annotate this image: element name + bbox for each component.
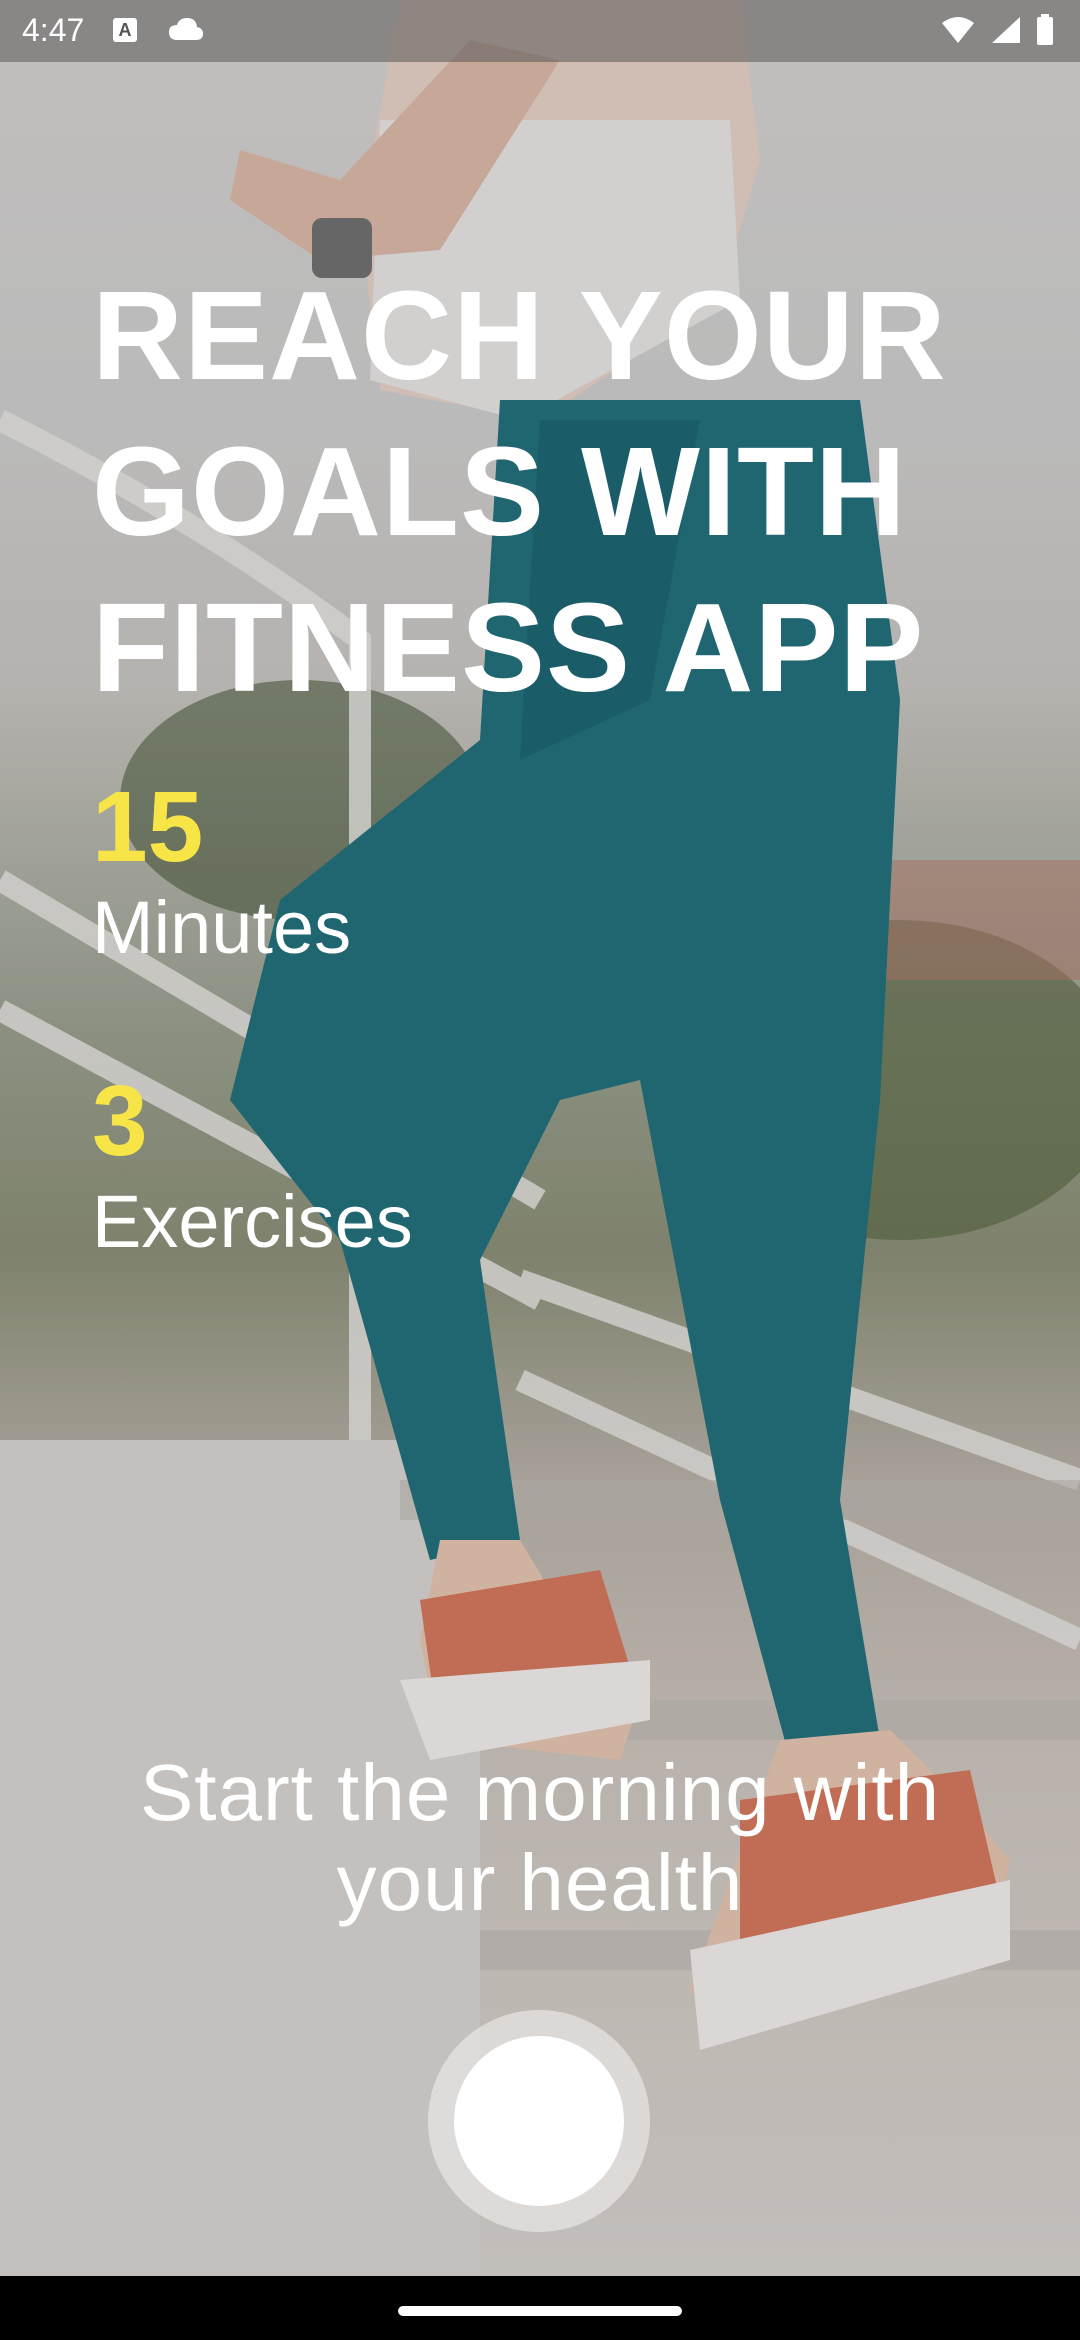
- navigation-bar: [0, 2276, 1080, 2340]
- headline: REACH YOUR GOALS WITH FITNESS APP: [92, 258, 1032, 726]
- start-button-inner[interactable]: [454, 2036, 624, 2206]
- signal-icon: [990, 15, 1022, 50]
- headline-line-3: FITNESS APP: [92, 577, 925, 718]
- onboarding-screen: 4:47 A REACH YOUR GOALS WITH FITNESS APP…: [0, 0, 1080, 2340]
- wifi-icon: [940, 15, 976, 50]
- start-button[interactable]: [428, 2010, 650, 2232]
- home-indicator[interactable]: [398, 2306, 682, 2316]
- stat-minutes-number: 15: [92, 771, 204, 883]
- tagline-line-2: your health: [336, 1838, 744, 1927]
- stat-exercises: 3 Exercises: [92, 1066, 413, 1268]
- a-notification-icon: A: [113, 18, 137, 42]
- status-icons: [940, 14, 1054, 51]
- stat-exercises-label: Exercises: [92, 1180, 413, 1263]
- battery-icon: [1036, 14, 1054, 51]
- headline-line-1: REACH YOUR: [92, 265, 947, 406]
- stat-exercises-number: 3: [92, 1065, 148, 1177]
- status-time: 4:47: [22, 12, 85, 48]
- headline-line-2: GOALS WITH: [92, 421, 907, 562]
- tagline: Start the morning with your health: [0, 1748, 1080, 1928]
- cloud-icon: [167, 16, 205, 47]
- status-bar: 4:47 A: [0, 0, 1080, 62]
- stat-minutes-label: Minutes: [92, 886, 352, 969]
- stat-minutes: 15 Minutes: [92, 772, 351, 974]
- tagline-line-1: Start the morning with: [139, 1748, 941, 1837]
